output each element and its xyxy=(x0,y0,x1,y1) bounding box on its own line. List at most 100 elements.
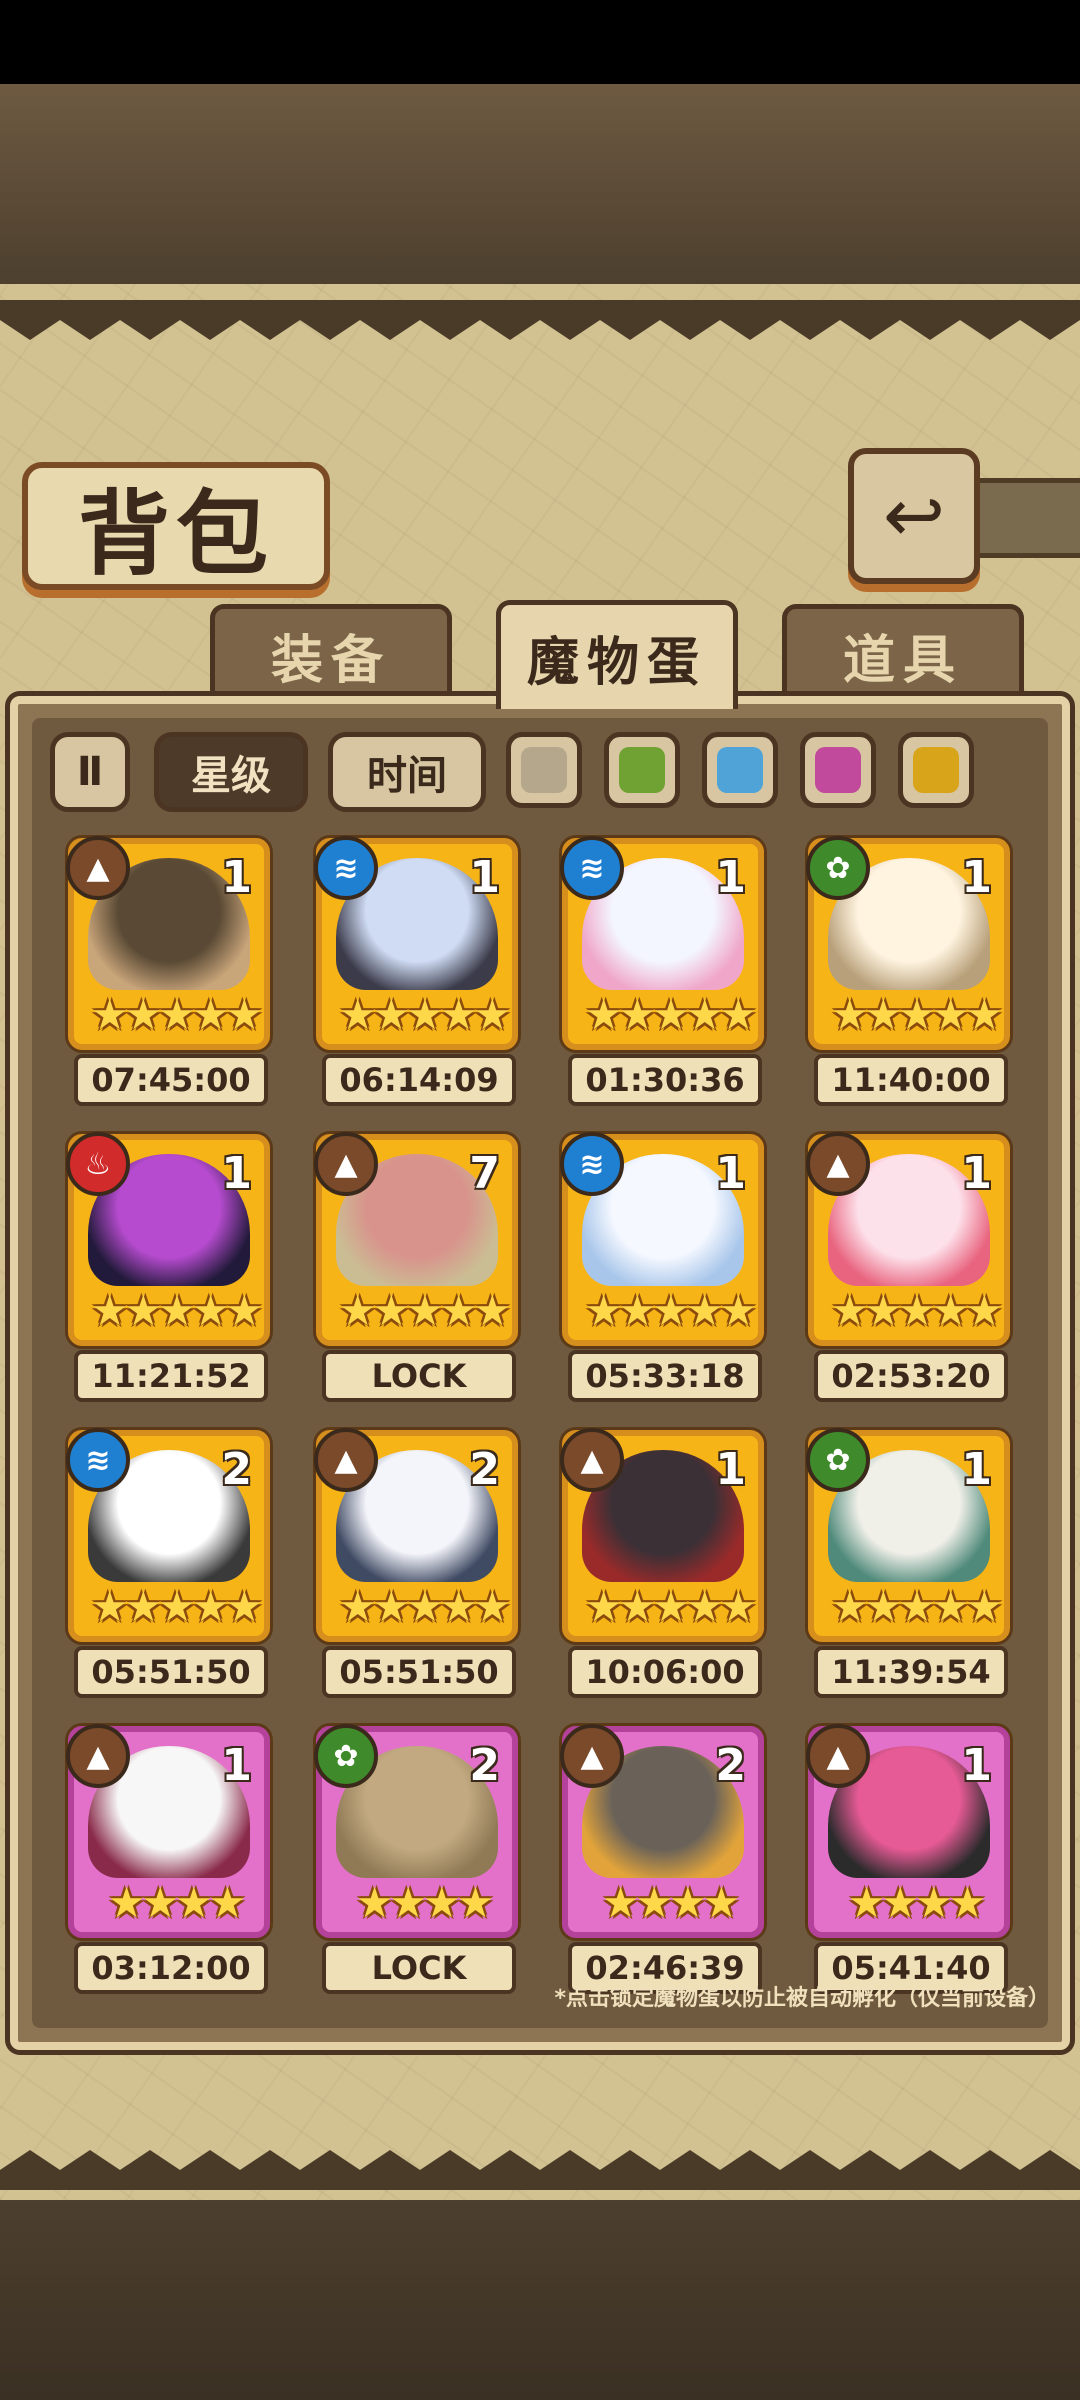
egg-card[interactable]: ▲ 1 ★★★★ 05:41:40 xyxy=(806,1724,1010,2022)
hatch-timer: 11:39:54 xyxy=(814,1646,1008,1698)
egg-card-frame: ▲ 2 ★★★★ xyxy=(560,1724,764,1938)
bottom-zigzag-border xyxy=(0,2150,1080,2190)
hatch-timer: 11:40:00 xyxy=(814,1054,1008,1106)
egg-card[interactable]: ▲ 1 ★★★★ 03:12:00 xyxy=(66,1724,270,2022)
egg-card[interactable]: ♨ 1 ★★★★★ 11:21:52 xyxy=(66,1132,270,1430)
egg-count: 2 xyxy=(469,1444,500,1495)
sort-order-icon: Ⅱ xyxy=(76,749,104,795)
star-rating: ★★★★★ xyxy=(830,1286,1003,1335)
egg-card-frame: ▲ 1 ★★★★★ xyxy=(66,836,270,1050)
egg-card[interactable]: ✿ 1 ★★★★★ 11:40:00 xyxy=(806,836,1010,1134)
egg-card-frame: ▲ 1 ★★★★★ xyxy=(560,1428,764,1642)
star-rating: ★★★★ xyxy=(355,1878,495,1927)
earth-element-icon: ▲ xyxy=(66,836,130,900)
back-arrow-icon: ↩ xyxy=(882,473,945,559)
egg-card[interactable]: ▲ 1 ★★★★★ 02:53:20 xyxy=(806,1132,1010,1430)
egg-card[interactable]: ✿ 2 ★★★★ LOCK xyxy=(314,1724,518,2022)
sort-by-time-button[interactable]: 时间 xyxy=(328,732,486,812)
egg-card-frame: ▲ 2 ★★★★★ xyxy=(314,1428,518,1642)
status-bar xyxy=(0,0,1080,84)
earth-element-icon: ▲ xyxy=(314,1428,378,1492)
filter-swatch-blue[interactable] xyxy=(702,732,778,808)
egg-card-frame: ▲ 7 ★★★★★ xyxy=(314,1132,518,1346)
star-rating: ★★★★★ xyxy=(830,990,1003,1039)
egg-count: 1 xyxy=(715,852,746,903)
star-rating: ★★★★★ xyxy=(584,1286,757,1335)
egg-card[interactable]: ≋ 1 ★★★★★ 05:33:18 xyxy=(560,1132,764,1430)
star-rating: ★★★★★ xyxy=(584,990,757,1039)
star-rating: ★★★★ xyxy=(847,1878,987,1927)
filter-swatch-yellow[interactable] xyxy=(898,732,974,808)
earth-element-icon: ▲ xyxy=(560,1724,624,1788)
hatch-timer: 05:51:50 xyxy=(322,1646,516,1698)
filter-swatch-gray[interactable] xyxy=(506,732,582,808)
hatch-timer: 02:53:20 xyxy=(814,1350,1008,1402)
star-rating: ★★★★★ xyxy=(584,1582,757,1631)
egg-card[interactable]: ≋ 1 ★★★★★ 06:14:09 xyxy=(314,836,518,1134)
egg-card-frame: ✿ 1 ★★★★★ xyxy=(806,1428,1010,1642)
swatch-color-blue xyxy=(717,747,763,793)
hatch-timer: 03:12:00 xyxy=(74,1942,268,1994)
hatch-timer: 05:33:18 xyxy=(568,1350,762,1402)
tab-equipment-label: 装备 xyxy=(270,630,391,691)
hatch-timer: 10:06:00 xyxy=(568,1646,762,1698)
egg-card-frame: ≋ 1 ★★★★★ xyxy=(560,836,764,1050)
hatch-timer: 07:45:00 xyxy=(74,1054,268,1106)
top-zigzag-border xyxy=(0,300,1080,340)
egg-count: 1 xyxy=(715,1148,746,1199)
background-bottom xyxy=(0,2200,1080,2400)
water-element-icon: ≋ xyxy=(560,1132,624,1196)
sort-by-stars-button[interactable]: 星级 xyxy=(154,732,308,812)
sort-order-button[interactable]: Ⅱ xyxy=(50,732,130,812)
water-element-icon: ≋ xyxy=(66,1428,130,1492)
egg-card-frame: ✿ 2 ★★★★ xyxy=(314,1724,518,1938)
tab-equipment[interactable]: 装备 xyxy=(210,604,452,701)
earth-element-icon: ▲ xyxy=(314,1132,378,1196)
title-plate: 背包 xyxy=(22,462,330,590)
star-rating: ★★★★★ xyxy=(90,990,263,1039)
star-rating: ★★★★ xyxy=(601,1878,741,1927)
star-rating: ★★★★★ xyxy=(338,1286,511,1335)
swatch-color-pink xyxy=(815,747,861,793)
egg-card[interactable]: ≋ 2 ★★★★★ 05:51:50 xyxy=(66,1428,270,1726)
nature-element-icon: ✿ xyxy=(806,836,870,900)
egg-card-frame: ≋ 2 ★★★★★ xyxy=(66,1428,270,1642)
egg-card[interactable]: ▲ 1 ★★★★★ 07:45:00 xyxy=(66,836,270,1134)
hatch-timer: 11:21:52 xyxy=(74,1350,268,1402)
egg-card[interactable]: ✿ 1 ★★★★★ 11:39:54 xyxy=(806,1428,1010,1726)
hatch-timer: LOCK xyxy=(322,1350,516,1402)
swatch-color-green xyxy=(619,747,665,793)
page-title: 背包 xyxy=(77,479,274,588)
hatch-timer: LOCK xyxy=(322,1942,516,1994)
star-rating: ★★★★★ xyxy=(90,1582,263,1631)
star-rating: ★★★★★ xyxy=(338,990,511,1039)
earth-element-icon: ▲ xyxy=(560,1428,624,1492)
egg-count: 1 xyxy=(961,1740,992,1791)
filter-swatch-green[interactable] xyxy=(604,732,680,808)
egg-card[interactable]: ▲ 7 ★★★★★ LOCK xyxy=(314,1132,518,1430)
egg-card[interactable]: ▲ 2 ★★★★ 02:46:39 xyxy=(560,1724,764,2022)
egg-card-frame: ▲ 1 ★★★★ xyxy=(66,1724,270,1938)
swatch-color-yellow xyxy=(913,747,959,793)
egg-card-frame: ✿ 1 ★★★★★ xyxy=(806,836,1010,1050)
tab-items[interactable]: 道具 xyxy=(782,604,1024,701)
tab-monster-eggs[interactable]: 魔物蛋 xyxy=(496,600,738,709)
sort-by-time-label: 时间 xyxy=(367,753,447,799)
egg-card-frame: ≋ 1 ★★★★★ xyxy=(314,836,518,1050)
egg-count: 1 xyxy=(469,852,500,903)
egg-count: 2 xyxy=(469,1740,500,1791)
earth-element-icon: ▲ xyxy=(806,1724,870,1788)
egg-card[interactable]: ▲ 2 ★★★★★ 05:51:50 xyxy=(314,1428,518,1726)
egg-count: 1 xyxy=(961,1148,992,1199)
hatch-timer: 01:30:36 xyxy=(568,1054,762,1106)
egg-card-frame: ♨ 1 ★★★★★ xyxy=(66,1132,270,1346)
star-rating: ★★★★★ xyxy=(90,1286,263,1335)
egg-card[interactable]: ≋ 1 ★★★★★ 01:30:36 xyxy=(560,836,764,1134)
egg-count: 2 xyxy=(715,1740,746,1791)
water-element-icon: ≋ xyxy=(560,836,624,900)
lock-hint-note: *点击锁定魔物蛋以防止被自动孵化（仅当前设备） xyxy=(554,1986,1050,2011)
filter-swatch-pink[interactable] xyxy=(800,732,876,808)
egg-card[interactable]: ▲ 1 ★★★★★ 10:06:00 xyxy=(560,1428,764,1726)
back-button[interactable]: ↩ xyxy=(848,448,980,584)
egg-card-frame: ▲ 1 ★★★★ xyxy=(806,1724,1010,1938)
